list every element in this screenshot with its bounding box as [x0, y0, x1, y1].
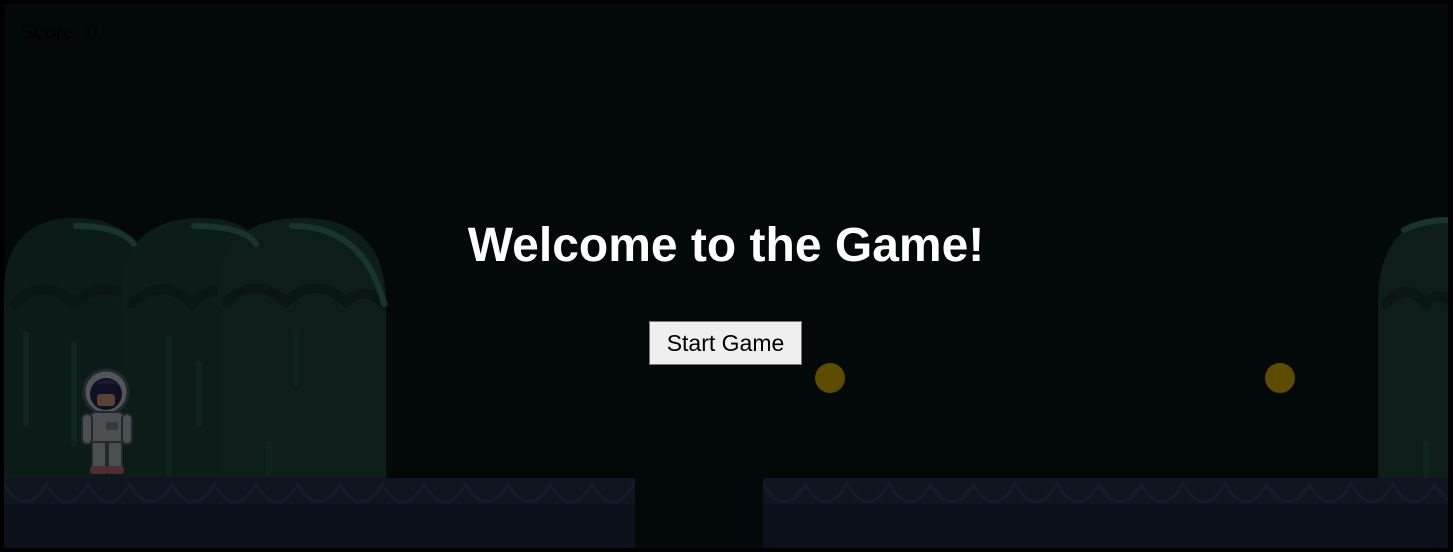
score-value: 0 — [86, 21, 99, 44]
score-label: Score: — [20, 21, 81, 44]
game-canvas[interactable]: Score: 0 Welcome to the Game! Start Game — [4, 4, 1448, 548]
score-display: Score: 0 — [20, 21, 98, 45]
start-game-button[interactable]: Start Game — [649, 321, 802, 365]
game-window: Score: 0 Welcome to the Game! Start Game — [0, 0, 1453, 552]
welcome-title: Welcome to the Game! — [467, 219, 985, 272]
menu-overlay — [4, 4, 1448, 548]
